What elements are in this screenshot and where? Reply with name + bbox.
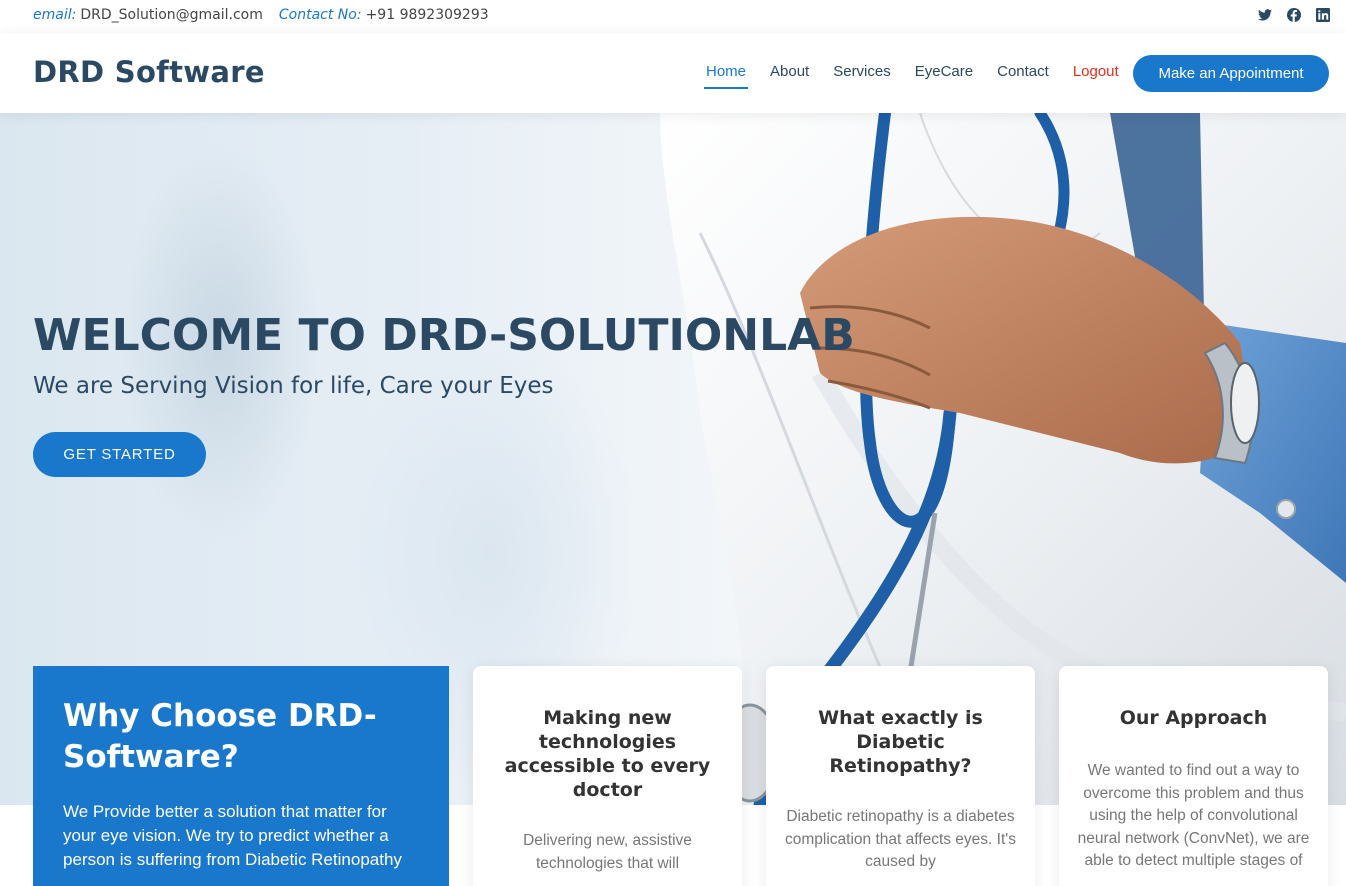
twitter-icon[interactable] bbox=[1257, 7, 1272, 22]
nav-logout[interactable]: Logout bbox=[1073, 63, 1119, 86]
facebook-icon[interactable] bbox=[1286, 7, 1301, 22]
nav-home[interactable]: Home bbox=[703, 63, 749, 89]
card-text: Delivering new, assistive technologies t… bbox=[523, 832, 692, 872]
why-choose-box: Why Choose DRD-Software? We Provide bett… bbox=[33, 666, 449, 886]
nav-eyecare[interactable]: EyeCare bbox=[915, 63, 973, 86]
why-choose-title: Why Choose DRD-Software? bbox=[63, 698, 377, 775]
card-text: We wanted to find out a way to overcome … bbox=[1077, 762, 1310, 869]
card-text: Diabetic retinopathy is a diabetes compl… bbox=[785, 808, 1016, 870]
email-value[interactable]: DRD_Solution@gmail.com bbox=[80, 7, 263, 23]
contact-info: Contact No: +91 9892309293 bbox=[279, 7, 489, 23]
card-title: Our Approach bbox=[1119, 707, 1268, 729]
make-appointment-button[interactable]: Make an Appointment bbox=[1133, 55, 1329, 92]
card-title: What exactly is Diabetic Retinopathy? bbox=[818, 707, 983, 777]
linkedin-icon[interactable] bbox=[1315, 7, 1330, 22]
email-label: email: bbox=[33, 7, 77, 23]
feature-card-approach: Our Approach We wanted to find out a way… bbox=[1059, 666, 1328, 886]
site-logo[interactable]: DRD Software bbox=[33, 55, 265, 89]
site-header: DRD Software Home About Services EyeCare… bbox=[0, 33, 1346, 113]
feature-card-technology: Making new technologies accessible to ev… bbox=[473, 666, 742, 886]
contact-label: Contact No: bbox=[278, 7, 362, 23]
nav-about[interactable]: About bbox=[770, 63, 809, 86]
hero-subtitle: We are Serving Vision for life, Care you… bbox=[33, 373, 554, 399]
contact-value[interactable]: +91 9892309293 bbox=[366, 7, 489, 23]
card-title: Making new technologies accessible to ev… bbox=[504, 707, 711, 801]
top-bar: email: DRD_Solution@gmail.com Contact No… bbox=[0, 0, 1346, 30]
social-links bbox=[1257, 7, 1330, 22]
feature-card-retinopathy: What exactly is Diabetic Retinopathy? Di… bbox=[766, 666, 1035, 886]
main-nav: Home About Services EyeCare Contact Logo… bbox=[703, 63, 1143, 89]
nav-services[interactable]: Services bbox=[833, 63, 891, 86]
nav-contact[interactable]: Contact bbox=[997, 63, 1049, 86]
why-choose-text: We Provide better a solution that matter… bbox=[63, 802, 402, 869]
get-started-button[interactable]: GET STARTED bbox=[33, 432, 206, 477]
hero-title: WELCOME TO DRD-SOLUTIONLAB bbox=[33, 310, 855, 361]
